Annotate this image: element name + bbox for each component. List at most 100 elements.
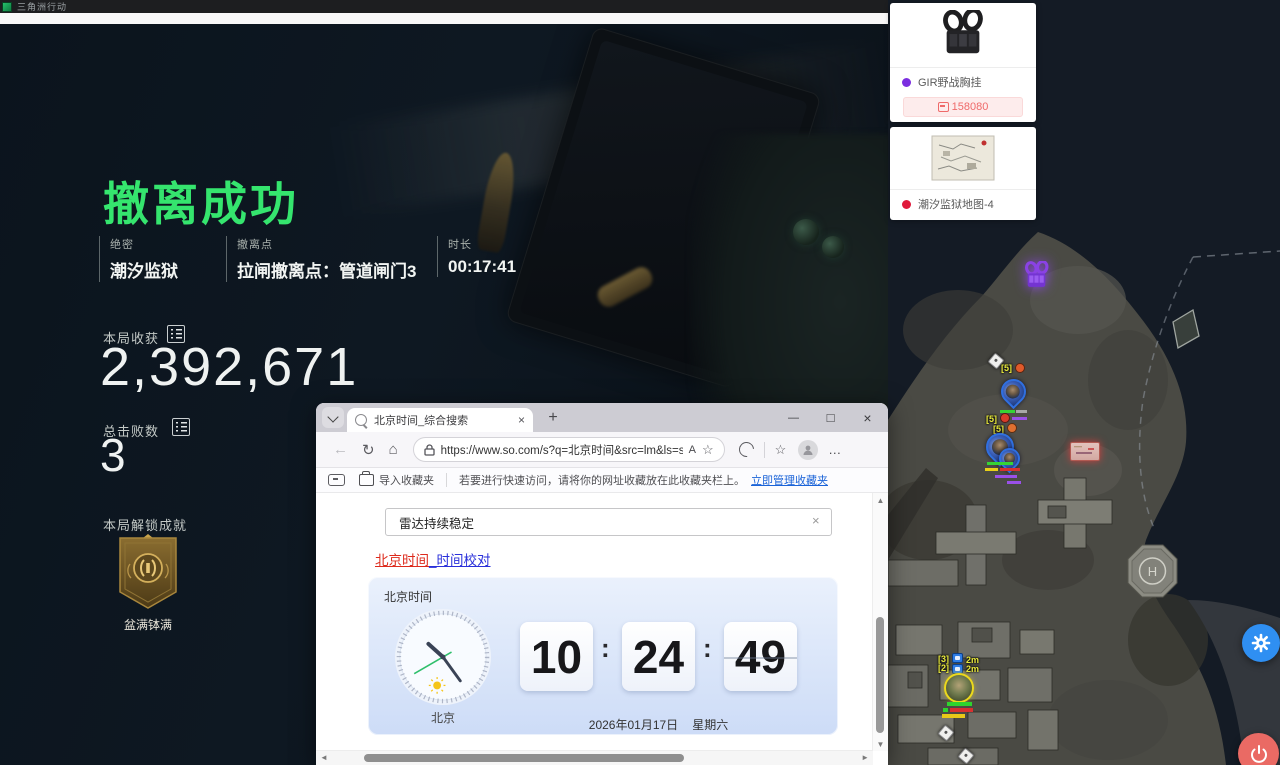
flip-seam (724, 657, 797, 659)
manage-favorites-link[interactable]: 立即管理收藏夹 (751, 472, 828, 488)
close-button[interactable]: × (849, 403, 886, 432)
enemy-dot-marker (1000, 413, 1010, 423)
achievement-section-label: 本局解锁成就 (103, 515, 187, 534)
tab-close-button[interactable]: × (518, 414, 525, 426)
scroll-left-icon[interactable]: ◄ (320, 753, 328, 762)
shield-bar (995, 475, 1017, 478)
toolbar-separator (764, 442, 765, 458)
mission-secrecy-group: 绝密 潮汐监狱 (99, 236, 178, 282)
nvg-lens-icon (822, 236, 844, 258)
duration-label: 时长 (448, 236, 516, 252)
loot-card-chest-rig[interactable]: GIR野战胸挂 158080 (890, 3, 1036, 122)
tab-strip: 北京时间_综合搜索 × + — □ × (316, 403, 888, 432)
clock-widget-title: 北京时间 (384, 588, 432, 605)
loot-image-map-document (890, 127, 1036, 190)
scroll-right-icon[interactable]: ► (861, 753, 869, 762)
game-app-icon (2, 2, 12, 12)
local-player-avatar-marker (944, 673, 974, 703)
loot-price-value: 158080 (952, 101, 989, 113)
flip-tile-minutes: 24 (622, 622, 695, 691)
result-link-fresh[interactable]: _时间校对 (429, 553, 491, 568)
stamina-bar (985, 468, 998, 471)
search-favicon-icon (355, 414, 367, 426)
clock-date-row: 2026年01月17日星期六 (520, 716, 797, 733)
clock-colon: : (703, 633, 712, 664)
vertical-scrollbar[interactable]: ▲ ▼ (872, 493, 888, 751)
screenshot-root: 三角洲行动 撤离成功 绝密 潮汐监狱 撤离点 拉闸撤离点：管道闸门3 时长 00… (0, 0, 1280, 765)
favorites-bar: 导入收藏夹 若要进行快速访问，请将你的网址收藏放在此收藏夹栏上。 立即管理收藏夹 (316, 468, 888, 493)
address-bar[interactable]: https://www.so.com/s?q=北京时间&src=lm&ls=sm… (413, 437, 725, 462)
damage-bar (1000, 468, 1020, 471)
analog-clock (394, 608, 492, 706)
squad-number-label: [5] (986, 414, 997, 424)
sun-icon (433, 682, 441, 690)
search-result-link[interactable]: 北京时间_时间校对 (375, 549, 491, 569)
map-name-value: 潮汐监狱 (110, 257, 178, 282)
page-search-input[interactable] (385, 508, 832, 536)
back-icon[interactable]: ← (333, 441, 348, 458)
favorites-bar-icon[interactable] (328, 474, 345, 486)
armor-bar (1016, 410, 1027, 413)
lock-icon (424, 444, 435, 456)
browser-tab-active[interactable]: 北京时间_综合搜索 × (347, 408, 533, 432)
maximize-button[interactable]: □ (812, 403, 849, 432)
home-icon[interactable]: ⌂ (389, 441, 398, 458)
teammate-status-icon (952, 653, 963, 663)
scroll-up-icon[interactable]: ▲ (873, 496, 888, 505)
teammate-tag-label: [2] (938, 663, 949, 673)
new-tab-button[interactable]: + (542, 407, 564, 429)
loot-price-badge: 158080 (903, 97, 1023, 117)
loot-card-map-document[interactable]: 潮汐监狱地图-4 (890, 127, 1036, 220)
clock-date: 2026年01月17日 (589, 718, 678, 732)
read-aloud-icon[interactable]: A (689, 444, 696, 456)
horizontal-scroll-thumb[interactable] (364, 754, 684, 762)
horizontal-scrollbar[interactable]: ◄ ► (316, 750, 873, 765)
favorites-list-icon[interactable]: ☆ (775, 442, 787, 458)
health-bar (947, 702, 972, 706)
import-folder-icon (359, 474, 374, 486)
flip-tile-hours: 10 (520, 622, 593, 691)
kills-detail-list-icon[interactable] (172, 418, 190, 436)
stamina-bar (942, 714, 965, 718)
result-link-visited[interactable]: 北京时间 (375, 553, 429, 568)
duration-group: 时长 00:17:41 (437, 236, 516, 277)
distance-label: 2m (966, 664, 979, 674)
browser-essentials-icon[interactable] (736, 439, 757, 460)
map-item-chest-rig-icon (1021, 261, 1052, 297)
window-top-strip (0, 13, 888, 24)
loot-image-chest-rig (890, 3, 1036, 68)
settings-fab-button[interactable] (1242, 624, 1280, 662)
tab-title: 北京时间_综合搜索 (374, 412, 511, 428)
import-favorites-button[interactable]: 导入收藏夹 (379, 472, 434, 488)
helipad-letter: H (1148, 564, 1157, 579)
refresh-icon[interactable]: ↻ (362, 441, 375, 459)
person-icon (802, 444, 814, 456)
game-window-titlebar: 三角洲行动 (0, 0, 888, 13)
favorites-hint-text: 若要进行快速访问，请将你的网址收藏放在此收藏夹栏上。 (459, 472, 745, 488)
extraction-point-label: 撤离点 (237, 236, 416, 252)
clear-input-icon[interactable]: × (812, 513, 820, 528)
favbar-separator (446, 473, 447, 487)
health-tick (943, 708, 948, 712)
scroll-down-icon[interactable]: ▼ (873, 740, 888, 749)
clock-city-label: 北京 (394, 709, 492, 726)
loot-item-name: GIR野战胸挂 (918, 74, 982, 90)
browser-toolbar: ← ↻ ⌂ https://www.so.com/s?q=北京时间&src=lm… (316, 432, 888, 468)
extraction-result-title: 撤离成功 (103, 168, 299, 234)
chevron-down-icon (327, 411, 338, 422)
vertical-scroll-thumb[interactable] (876, 617, 884, 733)
profile-avatar[interactable] (798, 440, 818, 460)
extraction-point-value: 拉闸撤离点：管道闸门3 (237, 257, 416, 282)
settings-more-icon[interactable]: … (828, 442, 841, 457)
minimize-button[interactable]: — (775, 403, 812, 432)
power-icon (1249, 744, 1269, 764)
add-favorite-star-icon[interactable]: ☆ (702, 442, 714, 458)
kills-value: 3 (100, 428, 128, 482)
tab-search-chevron-button[interactable] (322, 407, 344, 428)
enemy-dot-marker (1015, 363, 1025, 373)
game-window-title: 三角洲行动 (17, 0, 67, 13)
shield-bar (1007, 481, 1021, 484)
url-text: https://www.so.com/s?q=北京时间&src=lm&ls=sm… (441, 442, 683, 458)
achievement-name: 盆满钵满 (90, 616, 206, 633)
beijing-time-widget: 北京时间 (368, 577, 838, 735)
